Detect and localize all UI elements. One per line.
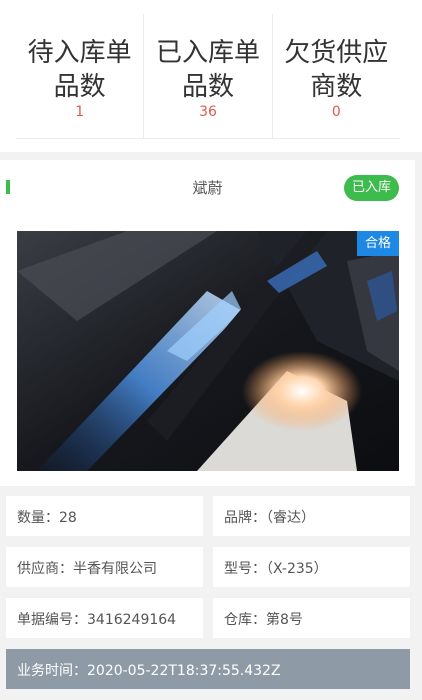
stat-label: 欠货供应商数 [284, 38, 389, 102]
field-quantity: 数量：28 [6, 496, 203, 536]
field-warehouse: 仓库：第8号 [213, 598, 410, 638]
stat-label: 待入库单品数 [27, 38, 132, 102]
field-supplier: 供应商：半香有限公司 [6, 547, 203, 587]
field-doc-number: 单据编号：3416249164 [6, 598, 203, 638]
stat-value: 1 [75, 104, 85, 120]
business-time-bar: 业务时间：2020-05-22T18:37:55.432Z [6, 649, 410, 689]
business-time-text: 业务时间：2020-05-22T18:37:55.432Z [17, 663, 281, 679]
stat-value: 0 [331, 104, 341, 120]
stat-value: 36 [199, 104, 217, 120]
field-model-text: 型号：（X-235） [224, 561, 328, 577]
product-image-art [17, 231, 399, 471]
stat-label: 已入库单品数 [155, 38, 260, 102]
stat-backorder-suppliers[interactable]: 欠货供应商数 0 [271, 14, 400, 138]
field-warehouse-text: 仓库：第8号 [224, 612, 303, 628]
product-card[interactable]: 斌蔚 已入库 合格 [0, 160, 415, 486]
field-quantity-text: 数量：28 [17, 510, 77, 526]
stat-stocked-items[interactable]: 已入库单品数 36 [143, 14, 271, 138]
field-supplier-text: 供应商：半香有限公司 [17, 561, 157, 577]
stats-row: 待入库单品数 1 已入库单品数 36 欠货供应商数 0 [16, 14, 400, 139]
stats-card: 待入库单品数 1 已入库单品数 36 欠货供应商数 0 [0, 0, 422, 152]
product-title-row: 斌蔚 已入库 [0, 160, 415, 214]
field-brand-text: 品牌：（睿达） [224, 510, 315, 526]
field-model: 型号：（X-235） [213, 547, 410, 587]
status-badge: 已入库 [344, 175, 399, 201]
stat-pending-items[interactable]: 待入库单品数 1 [16, 14, 143, 138]
product-image[interactable]: 合格 [17, 231, 399, 471]
field-doc-number-text: 单据编号：3416249164 [17, 612, 177, 628]
field-brand: 品牌：（睿达） [213, 496, 410, 536]
qc-tag: 合格 [357, 231, 399, 256]
